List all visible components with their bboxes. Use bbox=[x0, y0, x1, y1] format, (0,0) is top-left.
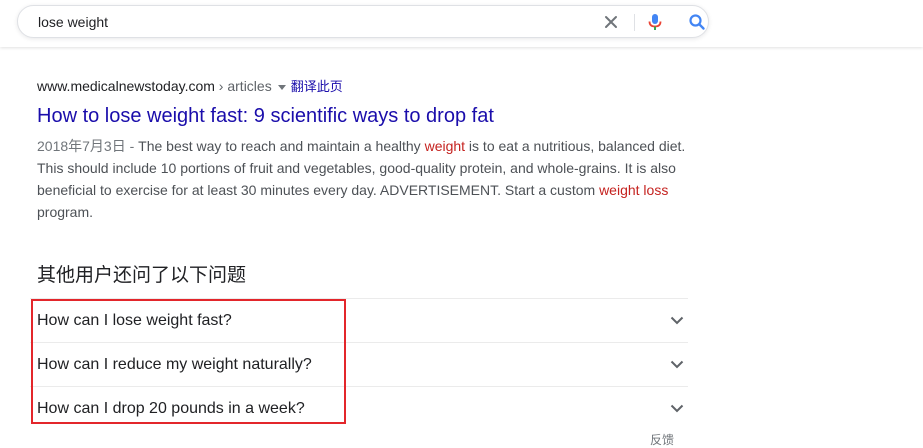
snippet-text-1: The best way to reach and maintain a hea… bbox=[138, 138, 425, 154]
chevron-down-icon[interactable] bbox=[668, 399, 686, 417]
question-text: How can I lose weight fast? bbox=[37, 312, 232, 329]
mic-icon[interactable] bbox=[645, 12, 665, 32]
question-text: How can I drop 20 pounds in a week? bbox=[37, 400, 305, 417]
question-text: How can I reduce my weight naturally? bbox=[37, 356, 312, 373]
result-domain: www.medicalnewstoday.com bbox=[37, 78, 215, 94]
people-also-ask-heading: 其他用户还问了以下问题 bbox=[37, 265, 247, 286]
search-divider bbox=[634, 14, 635, 31]
translate-link[interactable]: 翻译此页 bbox=[291, 79, 343, 94]
search-icon[interactable] bbox=[687, 12, 707, 32]
dropdown-caret-icon[interactable] bbox=[277, 84, 286, 90]
snippet-highlight-1: weight bbox=[424, 138, 466, 154]
question-item[interactable]: How can I lose weight fast? bbox=[30, 298, 688, 342]
clear-icon[interactable] bbox=[601, 12, 621, 32]
search-input[interactable] bbox=[38, 13, 558, 31]
result-title-link[interactable]: How to lose weight fast: 9 scientific wa… bbox=[37, 104, 697, 128]
question-item[interactable]: How can I drop 20 pounds in a week? bbox=[30, 386, 688, 430]
result-date: 2018年7月3日 - bbox=[37, 138, 139, 154]
result-snippet: 2018年7月3日 - The best way to reach and ma… bbox=[37, 135, 697, 223]
snippet-highlight-2: weight loss bbox=[599, 182, 669, 198]
chevron-down-icon[interactable] bbox=[668, 311, 686, 329]
search-result: www.medicalnewstoday.com › articles 翻译此页 … bbox=[37, 77, 697, 223]
feedback-link[interactable]: 反馈 bbox=[650, 431, 674, 448]
question-item[interactable]: How can I reduce my weight naturally? bbox=[30, 342, 688, 386]
chevron-down-icon[interactable] bbox=[668, 355, 686, 373]
result-url: www.medicalnewstoday.com › articles 翻译此页 bbox=[37, 77, 697, 96]
top-bar bbox=[0, 0, 923, 47]
people-also-ask-list: How can I lose weight fast? How can I re… bbox=[30, 298, 688, 430]
result-breadcrumb: › articles bbox=[214, 78, 272, 94]
snippet-text-3: program. bbox=[37, 204, 94, 220]
search-box[interactable] bbox=[17, 5, 709, 38]
